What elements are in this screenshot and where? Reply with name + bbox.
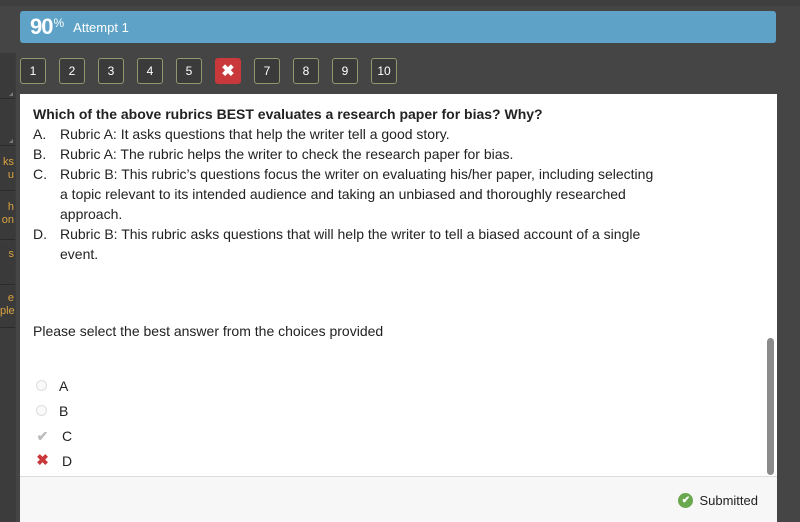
question-button-3[interactable]: 3	[98, 58, 124, 84]
answer-option-b[interactable]: B	[36, 398, 72, 423]
sidebar-item-2[interactable]	[0, 100, 15, 146]
left-sidebar: ks u h on s e ple	[0, 53, 16, 522]
choice-letter: C.	[33, 166, 47, 182]
choice-letter: D.	[33, 226, 47, 242]
sidebar-item-1[interactable]	[0, 53, 15, 99]
answer-option-c[interactable]: ✔ C	[36, 423, 73, 448]
radio-icon[interactable]	[36, 380, 47, 391]
answer-label: D	[62, 452, 73, 469]
resize-corner-icon	[9, 92, 13, 96]
score-value: 90%	[30, 14, 64, 40]
choice-a: A. Rubric A: It asks questions that help…	[33, 124, 777, 144]
question-button-6-incorrect[interactable]: ✖	[215, 58, 241, 84]
x-icon: ✖	[36, 451, 49, 469]
score-percent-sign: %	[53, 16, 64, 30]
answer-option-d[interactable]: ✖ D	[36, 448, 72, 473]
question-button-10[interactable]: 10	[371, 58, 397, 84]
score-number: 90	[30, 14, 54, 39]
question-button-2[interactable]: 2	[59, 58, 85, 84]
question-content: Which of the above rubrics BEST evaluate…	[20, 94, 777, 476]
resize-corner-icon	[9, 139, 13, 143]
answer-option-a[interactable]: A	[36, 373, 72, 398]
choice-d: D. Rubric B: This rubric asks questions …	[33, 224, 777, 264]
choice-text: Rubric B: This rubric asks questions tha…	[60, 226, 641, 262]
x-icon: ✖	[221, 63, 235, 80]
radio-icon[interactable]	[36, 405, 47, 416]
question-title: Which of the above rubrics BEST evaluate…	[33, 106, 543, 122]
check-circle-icon: ✔	[678, 493, 694, 508]
top-strip	[0, 0, 800, 6]
vertical-scrollbar[interactable]	[767, 338, 774, 475]
submitted-status: ✔ Submitted	[678, 493, 758, 508]
question-button-8[interactable]: 8	[293, 58, 319, 84]
instruction-text: Please select the best answer from the c…	[33, 323, 384, 339]
sidebar-item-5[interactable]: s	[0, 241, 15, 285]
question-button-1[interactable]: 1	[20, 58, 46, 84]
attempt-label: Attempt 1	[73, 19, 129, 35]
sidebar-item-6[interactable]: e ple	[0, 286, 15, 328]
answer-options: A B ✔ C ✖ D	[36, 373, 72, 473]
answer-label: A	[59, 377, 69, 394]
submitted-label: Submitted	[699, 493, 758, 508]
check-icon: ✔	[36, 427, 49, 444]
answer-label: B	[59, 402, 69, 419]
question-button-4[interactable]: 4	[137, 58, 163, 84]
choice-letter: B.	[33, 146, 47, 162]
score-banner: 90% Attempt 1	[20, 11, 776, 43]
choice-text: Rubric A: The rubric helps the writer to…	[60, 146, 514, 162]
sidebar-item-3[interactable]: ks u	[0, 147, 15, 191]
answer-label: C	[62, 427, 73, 444]
choice-c: C. Rubric B: This rubric’s questions foc…	[33, 164, 777, 224]
question-button-9[interactable]: 9	[332, 58, 358, 84]
question-button-5[interactable]: 5	[176, 58, 202, 84]
question-button-7[interactable]: 7	[254, 58, 280, 84]
panel-footer: ✔ Submitted	[20, 476, 777, 522]
question-panel: Which of the above rubrics BEST evaluate…	[20, 94, 777, 522]
sidebar-item-4[interactable]: h on	[0, 192, 15, 240]
choice-text: Rubric B: This rubric’s questions focus …	[60, 166, 654, 222]
choice-b: B. Rubric A: The rubric helps the writer…	[33, 144, 777, 164]
choice-text: Rubric A: It asks questions that help th…	[60, 126, 450, 142]
choice-letter: A.	[33, 126, 47, 142]
question-navigation: 1 2 3 4 5 ✖ 7 8 9 10	[20, 58, 397, 84]
